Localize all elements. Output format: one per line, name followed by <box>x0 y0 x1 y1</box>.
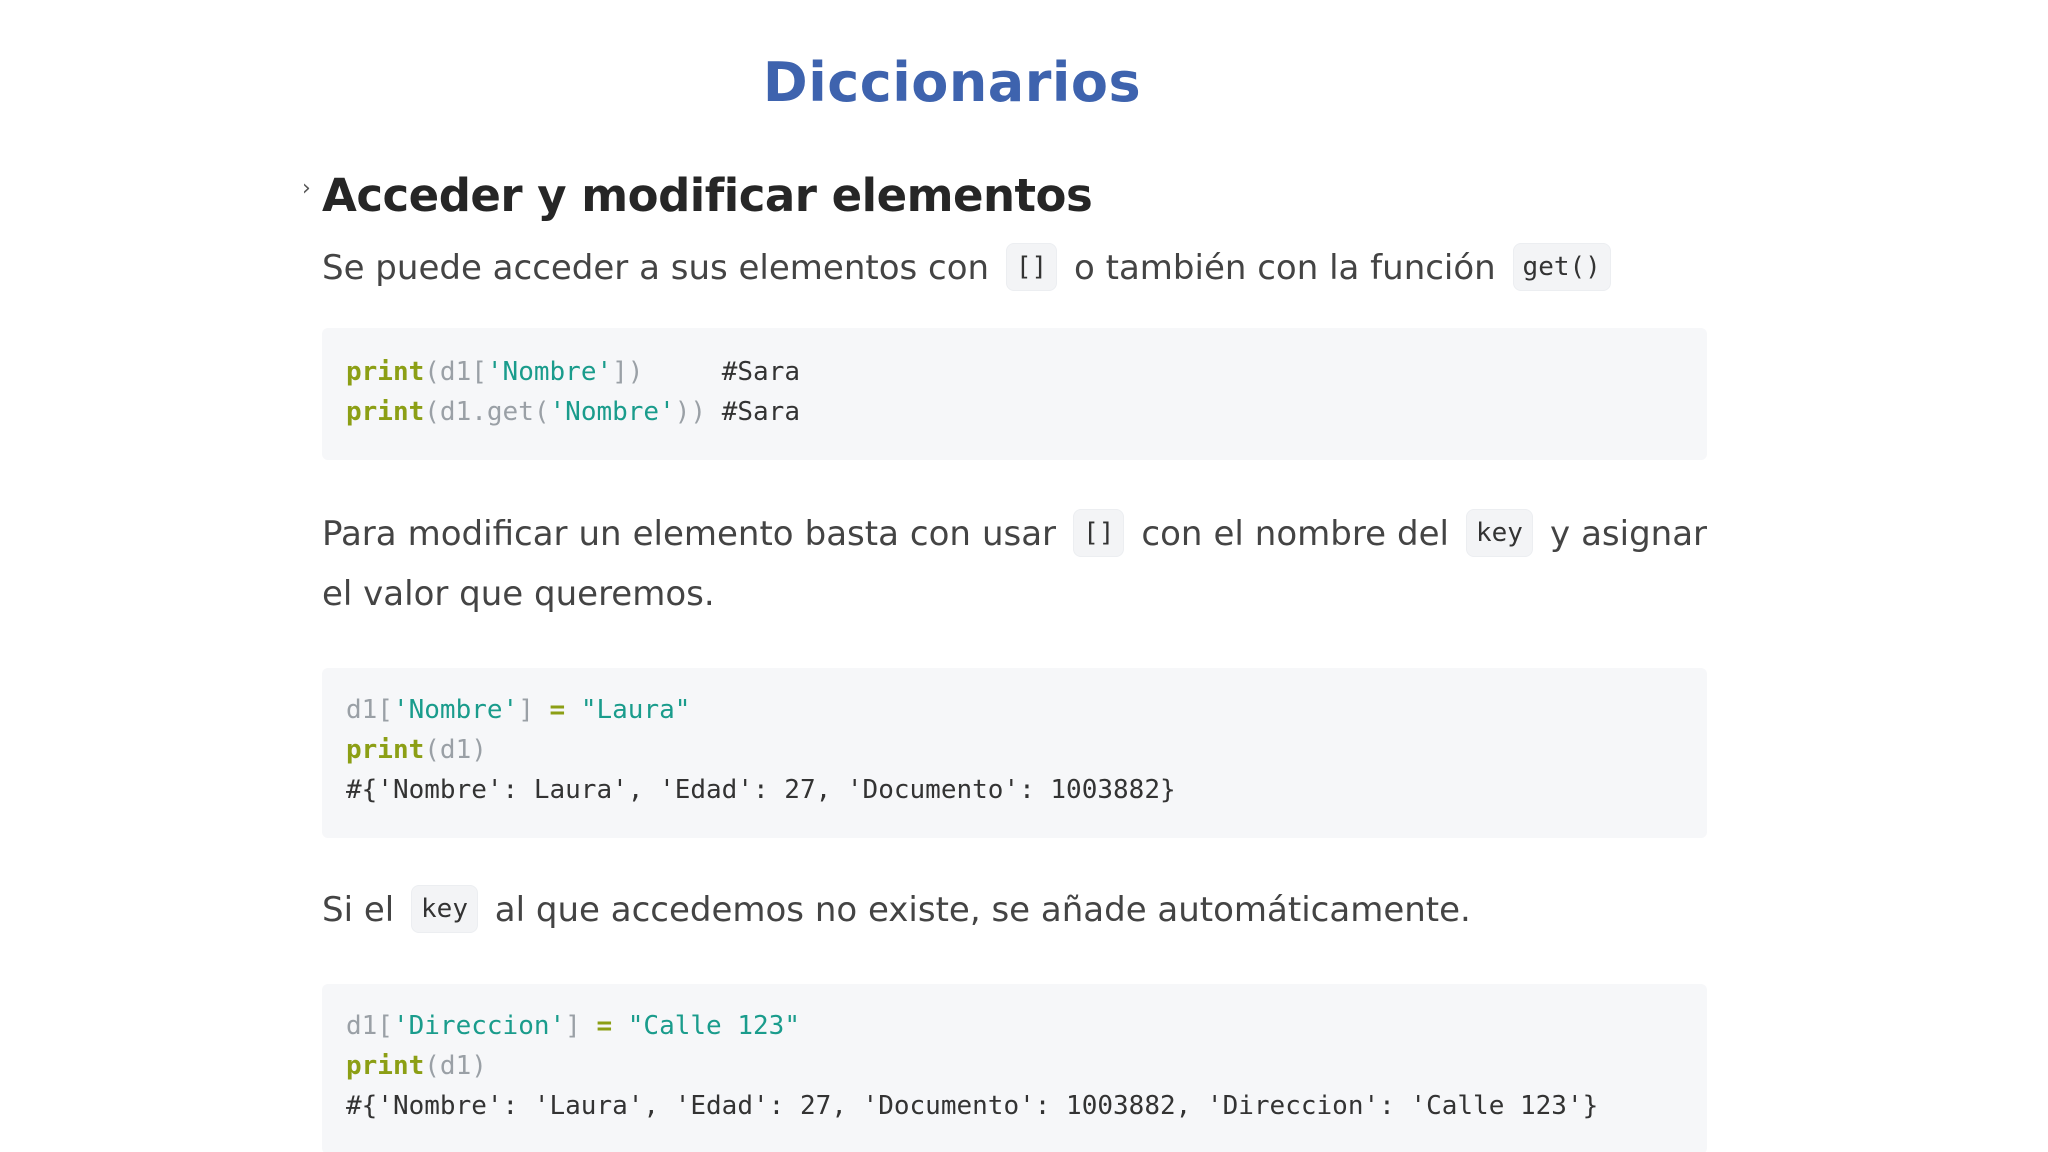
paragraph-text: Se puede acceder a sus elementos con <box>322 248 990 288</box>
code-punct: ] <box>518 695 550 725</box>
code-punct: )) <box>674 397 707 427</box>
code-keyword: print <box>346 357 425 387</box>
code-punct: (d1) <box>424 735 487 765</box>
code-line: d1['Direccion'] = "Calle 123" <box>346 1006 1683 1046</box>
code-line: #{'Nombre': Laura', 'Edad': 27, 'Documen… <box>346 770 1683 810</box>
slide-title: Diccionarios <box>762 51 1142 114</box>
code-string: 'Nombre' <box>486 357 613 387</box>
code-string: "Laura" <box>580 695 691 725</box>
paragraph-text: Para modificar un elemento basta con usa… <box>322 514 1057 554</box>
code-keyword: print <box>346 1051 425 1081</box>
code-line: d1['Nombre'] = "Laura" <box>346 690 1683 730</box>
paragraph-modify: Para modificar un elemento basta con usa… <box>322 504 1707 624</box>
inline-code-key: key <box>1465 508 1533 557</box>
code-string: 'Direccion' <box>392 1011 566 1041</box>
code-line: print(d1) <box>346 1046 1683 1086</box>
code-line: print(d1) <box>346 730 1683 770</box>
code-keyword: print <box>346 397 425 427</box>
code-variable: d1[ <box>346 1011 393 1041</box>
code-line: #{'Nombre': 'Laura', 'Edad': 27, 'Docume… <box>346 1086 1683 1126</box>
code-block-access: print(d1['Nombre']) #Sara print(d1.get('N… <box>322 328 1707 460</box>
code-punct: ] <box>565 1011 597 1041</box>
code-block-add: d1['Direccion'] = "Calle 123" print(d1) #{… <box>322 984 1707 1152</box>
code-string: "Calle 123" <box>627 1011 800 1041</box>
code-punct: ]) <box>612 357 644 387</box>
inline-code-brackets: [] <box>1073 508 1125 557</box>
code-punct: (d1[ <box>424 357 487 387</box>
section-heading: Acceder y modificar elementos <box>322 169 1093 222</box>
paragraph-text: con el nombre del <box>1141 514 1449 554</box>
inline-code-brackets: [] <box>1005 242 1058 291</box>
code-string: 'Nombre' <box>392 695 519 725</box>
paragraph-text: al que accedemos no existe, se añade aut… <box>494 890 1471 930</box>
code-line: print(d1['Nombre']) #Sara <box>346 352 1683 392</box>
code-punct: (d1.get( <box>424 397 550 427</box>
code-punct: (d1) <box>424 1051 487 1081</box>
code-string: 'Nombre' <box>549 397 675 427</box>
paragraph-text: o también con la función <box>1074 248 1496 288</box>
section-header: › Acceder y modificar elementos <box>302 160 1707 232</box>
code-comment: #Sara <box>721 397 800 427</box>
code-comment: #{'Nombre': Laura', 'Edad': 27, 'Documen… <box>346 775 1176 805</box>
code-variable: d1[ <box>346 695 393 725</box>
code-comment: #Sara <box>721 357 801 387</box>
content-area: › Acceder y modificar elementos Se puede… <box>302 160 1707 1152</box>
code-line: print(d1.get('Nombre')) #Sara <box>346 392 1683 432</box>
inline-code-key: key <box>411 884 478 933</box>
paragraph-text: Si el <box>322 890 395 930</box>
paragraph-access: Se puede acceder a sus elementos con [] … <box>322 238 1707 298</box>
code-operator: = <box>549 695 566 725</box>
code-keyword: print <box>346 735 425 765</box>
code-comment: #{'Nombre': 'Laura', 'Edad': 27, 'Docume… <box>346 1091 1599 1121</box>
chevron-right-icon: › <box>302 176 311 201</box>
code-operator: = <box>596 1011 613 1041</box>
inline-code-get: get() <box>1512 242 1611 291</box>
paragraph-add: Si el key al que accedemos no existe, se… <box>322 880 1707 940</box>
code-block-modify: d1['Nombre'] = "Laura" print(d1) #{'Nombre… <box>322 668 1707 838</box>
